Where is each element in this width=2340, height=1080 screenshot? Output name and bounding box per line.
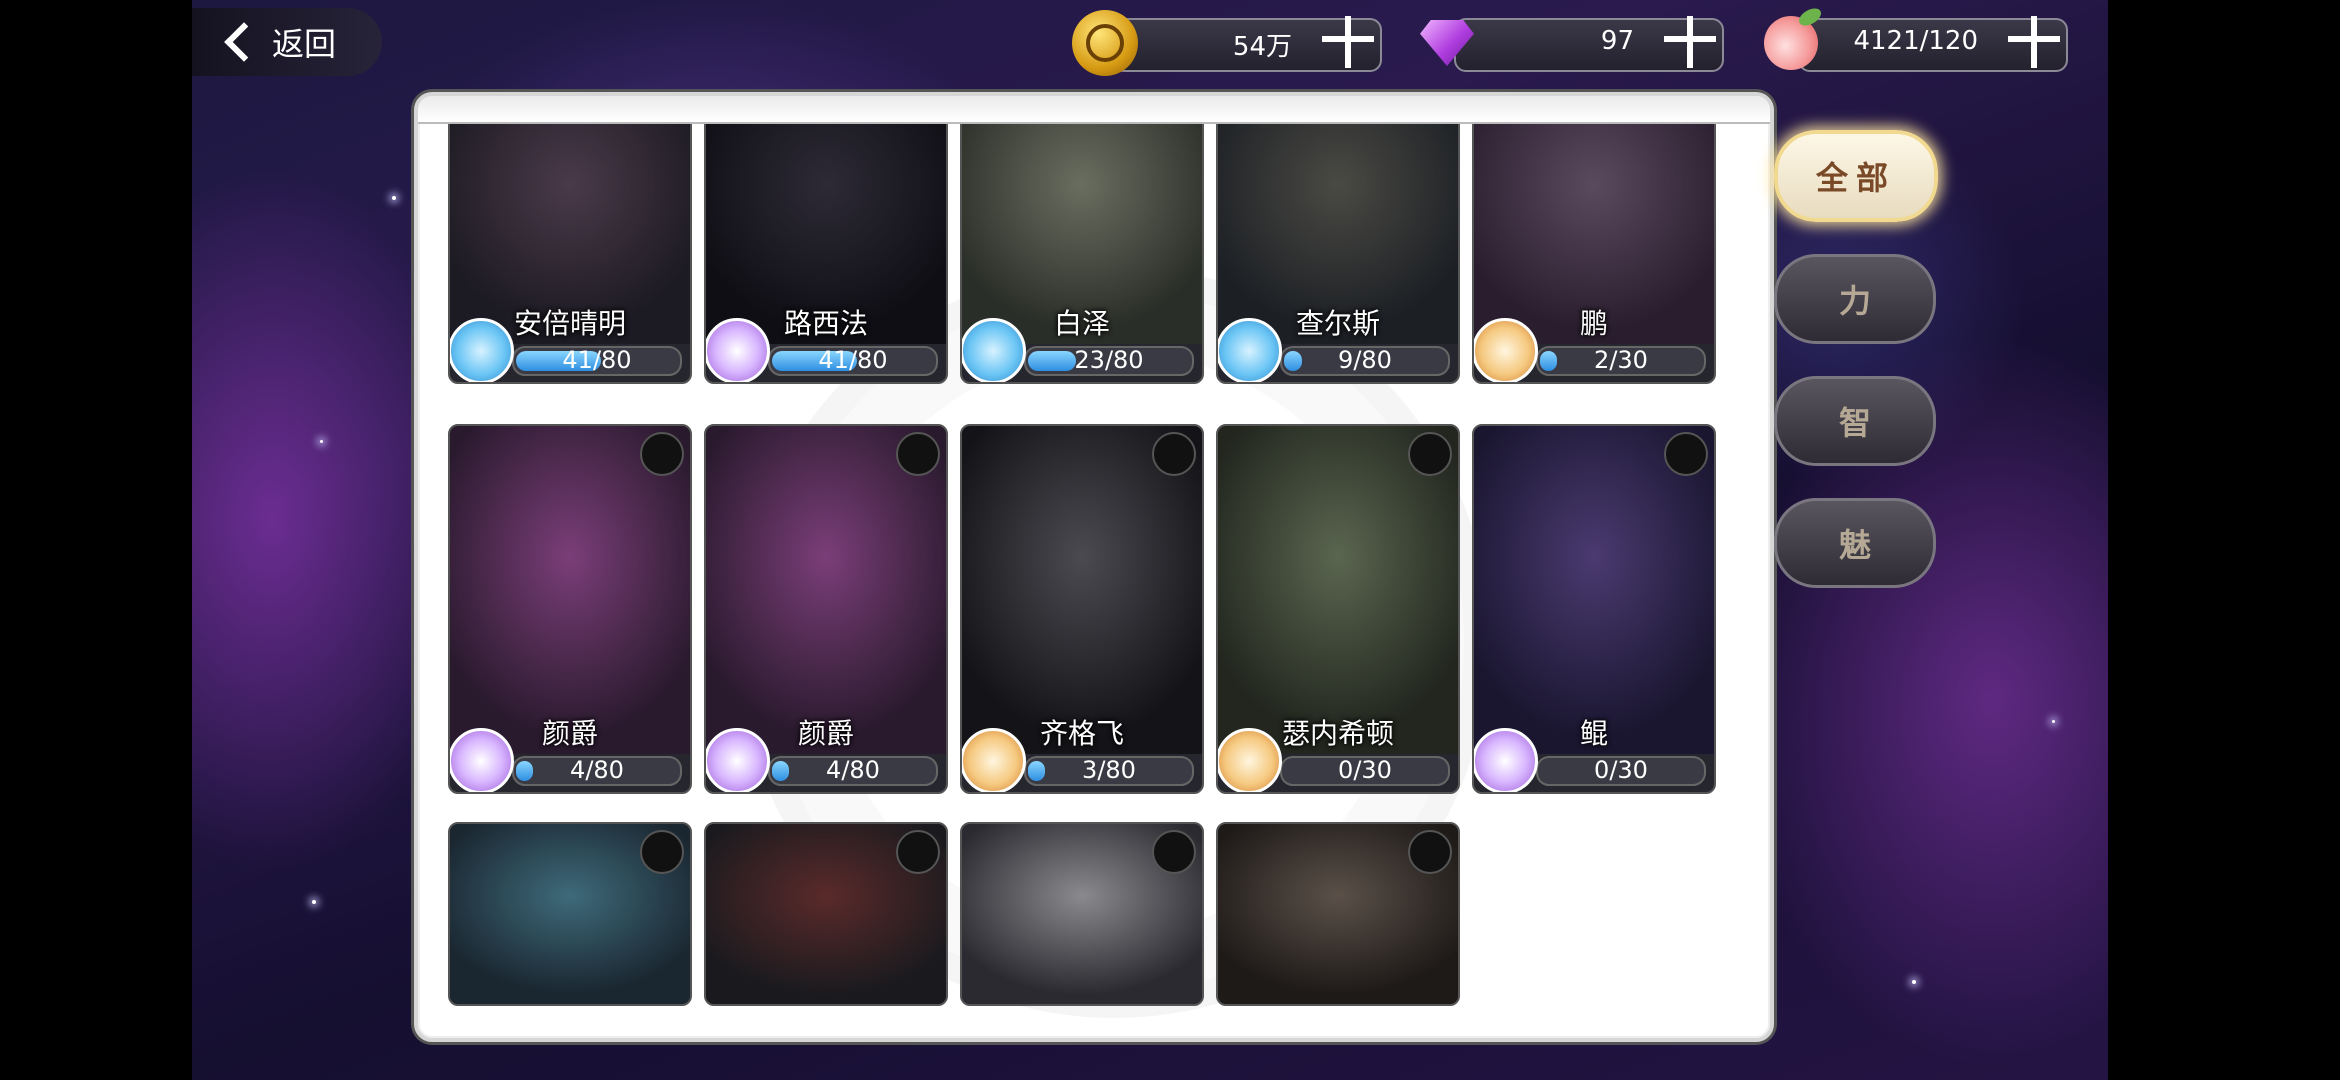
character-card[interactable] <box>960 822 1204 1006</box>
fragment-progress-bar: 41/80 <box>512 346 682 376</box>
character-card[interactable] <box>448 822 692 1006</box>
purple-attribute-icon <box>1474 728 1538 792</box>
character-portrait <box>962 426 1202 754</box>
gold-value: 54万 <box>1232 32 1292 62</box>
gold-attribute-icon <box>1218 728 1282 792</box>
blue-attribute-icon <box>450 318 514 382</box>
diamond-counter: 97 <box>1414 10 1744 76</box>
character-portrait <box>706 426 946 754</box>
add-stamina-button[interactable] <box>2008 16 2060 68</box>
select-circle-icon <box>640 830 684 874</box>
fragment-progress-bar: 23/80 <box>1024 346 1194 376</box>
gold-attribute-icon <box>1474 318 1538 382</box>
fragment-count: 3/80 <box>1082 756 1136 784</box>
coin-icon <box>1072 10 1138 76</box>
blue-attribute-icon <box>1218 318 1282 382</box>
character-card[interactable]: 查尔斯 9/80 <box>1216 96 1460 384</box>
fragment-count: 2/30 <box>1594 346 1648 374</box>
fragment-progress-bar: 9/80 <box>1280 346 1450 376</box>
gold-counter: 54万 <box>1072 10 1402 76</box>
gem-icon <box>1414 10 1480 76</box>
filter-tab[interactable]: 全部 <box>1774 130 1938 222</box>
fragment-progress-bar: 2/30 <box>1536 346 1706 376</box>
select-circle-icon <box>1152 432 1196 476</box>
character-card[interactable]: 齐格飞 3/80 <box>960 424 1204 794</box>
purple-attribute-icon <box>706 728 770 792</box>
add-diamond-button[interactable] <box>1664 16 1716 68</box>
chevron-left-icon <box>224 22 264 62</box>
fragment-progress-bar: 4/80 <box>512 756 682 786</box>
back-button[interactable]: 返回 <box>192 8 382 76</box>
select-circle-icon <box>640 432 684 476</box>
character-card[interactable]: 安倍晴明 41/80 <box>448 96 692 384</box>
select-circle-icon <box>1408 432 1452 476</box>
fragment-count: 23/80 <box>1074 346 1144 374</box>
fragment-count: 41/80 <box>818 346 888 374</box>
fragment-progress-bar: 0/30 <box>1536 756 1706 786</box>
panel-top-ornament <box>418 96 1770 124</box>
blue-attribute-icon <box>962 318 1026 382</box>
fragment-count: 41/80 <box>562 346 632 374</box>
diamond-value: 97 <box>1600 26 1634 56</box>
character-portrait <box>1474 426 1714 754</box>
character-card[interactable]: 颜爵 4/80 <box>448 424 692 794</box>
select-circle-icon <box>1408 830 1452 874</box>
character-card[interactable]: 鹏 2/30 <box>1472 96 1716 384</box>
purple-attribute-icon <box>706 318 770 382</box>
gold-attribute-icon <box>962 728 1026 792</box>
add-gold-button[interactable] <box>1322 16 1374 68</box>
filter-tab[interactable]: 魅 <box>1774 498 1936 588</box>
character-card[interactable]: 鲲 0/30 <box>1472 424 1716 794</box>
select-circle-icon <box>896 830 940 874</box>
fragment-count: 9/80 <box>1338 346 1392 374</box>
select-circle-icon <box>896 432 940 476</box>
stamina-value: 4121/120 <box>1853 26 1978 56</box>
character-list-panel: 安倍晴明 41/80 路西法 41/80 白泽 23/80 查尔斯 9/80 鹏 2/30 颜爵 4/… <box>414 92 1774 1042</box>
select-circle-icon <box>1664 432 1708 476</box>
select-circle-icon <box>1152 830 1196 874</box>
character-card[interactable] <box>704 822 948 1006</box>
character-card[interactable]: 颜爵 4/80 <box>704 424 948 794</box>
fragment-progress-bar: 4/80 <box>768 756 938 786</box>
fragment-count: 0/30 <box>1594 756 1648 784</box>
fragment-count: 4/80 <box>570 756 624 784</box>
character-card[interactable]: 瑟内希顿 0/30 <box>1216 424 1460 794</box>
character-portrait <box>450 426 690 754</box>
fragment-progress-bar: 3/80 <box>1024 756 1194 786</box>
fragment-progress-bar: 0/30 <box>1280 756 1450 786</box>
fragment-count: 0/30 <box>1338 756 1392 784</box>
back-label: 返回 <box>272 25 337 63</box>
filter-tab[interactable]: 智 <box>1774 376 1936 466</box>
character-card[interactable]: 白泽 23/80 <box>960 96 1204 384</box>
stamina-counter: 4121/120 <box>1758 10 2088 76</box>
fragment-count: 4/80 <box>826 756 880 784</box>
character-card[interactable] <box>1216 822 1460 1006</box>
purple-attribute-icon <box>450 728 514 792</box>
character-portrait <box>1218 426 1458 754</box>
filter-tab[interactable]: 力 <box>1774 254 1936 344</box>
fragment-progress-bar: 41/80 <box>768 346 938 376</box>
character-card[interactable]: 路西法 41/80 <box>704 96 948 384</box>
peach-icon <box>1758 10 1824 76</box>
